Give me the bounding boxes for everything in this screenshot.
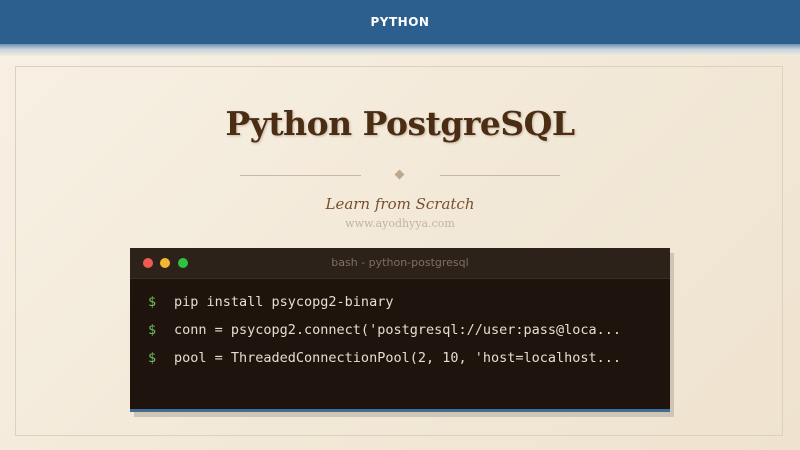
site-url: www.ayodhyya.com: [345, 217, 455, 230]
divider-left: [240, 175, 361, 176]
command-text: conn = psycopg2.connect('postgresql://us…: [174, 322, 622, 338]
prompt-symbol: $: [148, 294, 157, 310]
header-category-label: PYTHON: [370, 15, 430, 29]
prompt-symbol: $: [148, 350, 157, 366]
terminal-line: $ pip install psycopg2-binary: [148, 288, 621, 316]
header-fade: [0, 44, 800, 56]
command-text: pool = ThreadedConnectionPool(2, 10, 'ho…: [174, 350, 622, 366]
page-subtitle: Learn from Scratch: [325, 195, 475, 213]
terminal-output: $ pip install psycopg2-binary $ conn = p…: [148, 288, 621, 372]
command-text: pip install psycopg2-binary: [174, 294, 394, 310]
top-header-bar: PYTHON: [0, 0, 800, 44]
prompt-symbol: $: [148, 322, 157, 338]
terminal-window: bash - python-postgresql $ pip install p…: [130, 248, 670, 412]
divider-right: [440, 175, 560, 176]
page-title: Python PostgreSQL: [225, 104, 575, 143]
terminal-line: $ pool = ThreadedConnectionPool(2, 10, '…: [148, 344, 621, 372]
terminal-titlebar: bash - python-postgresql: [130, 248, 670, 279]
terminal-line: $ conn = psycopg2.connect('postgresql://…: [148, 316, 621, 344]
terminal-title: bash - python-postgresql: [331, 256, 469, 269]
